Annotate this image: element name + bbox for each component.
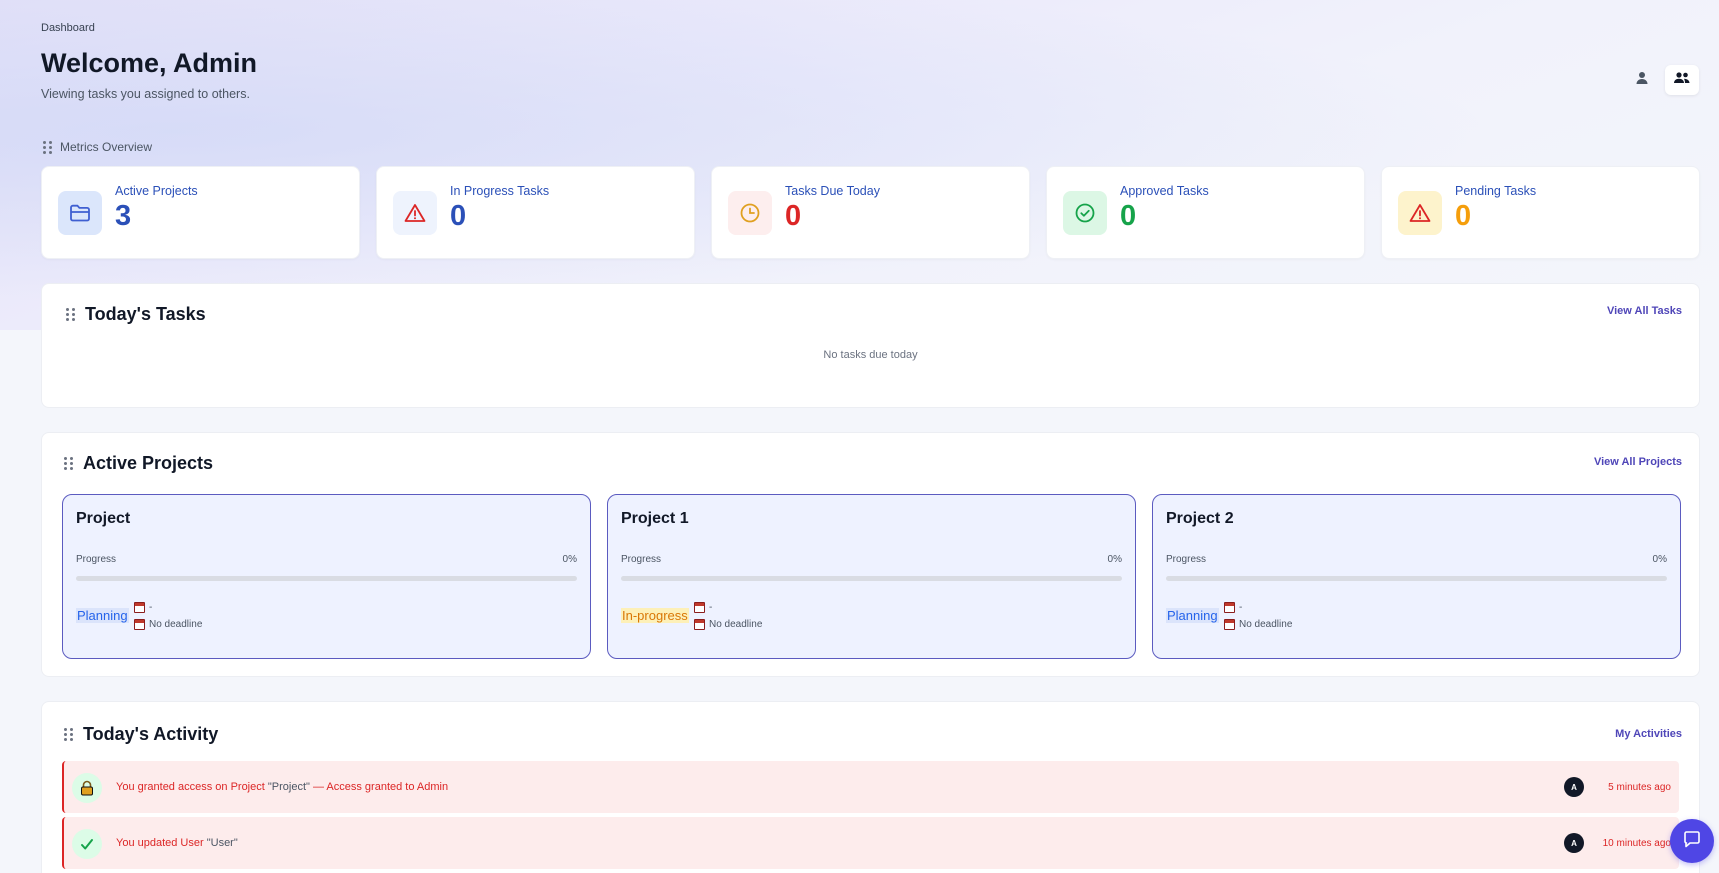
status-badge: In-progress — [621, 608, 689, 623]
start-date: - — [149, 602, 153, 613]
todays-tasks-card: Today's Tasks View All Tasks No tasks du… — [41, 283, 1700, 408]
start-date: - — [709, 602, 713, 613]
todays-activity-header: Today's Activity — [64, 724, 218, 745]
progress-label: Progress — [1166, 554, 1207, 565]
project-dates: - No deadline — [694, 599, 762, 633]
todays-activity-card: Today's Activity My Activities You grant… — [41, 701, 1700, 873]
progress-label: Progress — [621, 554, 662, 565]
people-icon — [1673, 70, 1691, 91]
start-date: - — [1239, 602, 1243, 613]
deadline: No deadline — [149, 619, 203, 630]
metric-card-pending-tasks[interactable]: Pending Tasks 0 — [1381, 166, 1700, 259]
progress-percent: 0% — [1107, 554, 1122, 565]
my-activities-link[interactable]: My Activities — [1615, 728, 1682, 740]
check-icon — [72, 829, 102, 859]
progress-percent: 0% — [562, 554, 577, 565]
metric-label: Approved Tasks — [1120, 184, 1209, 198]
project-name: Project 1 — [621, 510, 689, 527]
progress-percent: 0% — [1652, 554, 1667, 565]
metric-card-approved-tasks[interactable]: Approved Tasks 0 — [1046, 166, 1365, 259]
check-circle-icon — [1063, 191, 1107, 235]
person-icon — [1634, 70, 1650, 91]
metric-value: 0 — [450, 200, 467, 232]
avatar: A — [1564, 777, 1584, 797]
metric-value: 3 — [115, 200, 132, 232]
chat-icon — [1682, 829, 1702, 854]
active-projects-card: Active Projects View All Projects Projec… — [41, 432, 1700, 677]
metric-value: 0 — [1120, 200, 1137, 232]
metric-card-tasks-due-today[interactable]: Tasks Due Today 0 — [711, 166, 1030, 259]
view-toggle — [1625, 65, 1699, 95]
calendar-icon — [134, 619, 145, 630]
metric-card-in-progress-tasks[interactable]: In Progress Tasks 0 — [376, 166, 695, 259]
drag-handle-icon[interactable] — [43, 140, 52, 154]
deadline: No deadline — [1239, 619, 1293, 630]
activity-timestamp: 10 minutes ago — [1602, 838, 1671, 849]
project-dates: - No deadline — [1224, 599, 1292, 633]
empty-state-text: No tasks due today — [823, 349, 918, 361]
project-name: Project 2 — [1166, 510, 1234, 527]
progress-bar — [1166, 576, 1667, 581]
drag-handle-icon[interactable] — [66, 308, 75, 321]
todays-activity-title: Today's Activity — [83, 724, 219, 744]
deadline: No deadline — [709, 619, 763, 630]
metric-value: 0 — [785, 200, 802, 232]
metric-card-active-projects[interactable]: Active Projects 3 — [41, 166, 360, 259]
page-subtitle: Viewing tasks you assigned to others. — [41, 87, 250, 101]
activity-item[interactable]: You granted access on Project "Project" … — [62, 761, 1679, 813]
activity-text: You granted access on Project "Project" … — [116, 781, 449, 793]
assigned-tasks-view-button[interactable] — [1665, 65, 1699, 95]
todays-tasks-title: Today's Tasks — [85, 304, 206, 324]
calendar-icon — [1224, 602, 1235, 613]
metric-label: In Progress Tasks — [450, 184, 550, 198]
drag-handle-icon[interactable] — [64, 457, 73, 470]
breadcrumb[interactable]: Dashboard — [41, 22, 95, 34]
metrics-overview-label: Metrics Overview — [60, 140, 153, 154]
page-title: Welcome, Admin — [41, 48, 258, 78]
calendar-icon — [1224, 619, 1235, 630]
active-projects-title: Active Projects — [83, 453, 214, 473]
metric-label: Active Projects — [115, 184, 198, 198]
todays-tasks-header: Today's Tasks — [66, 304, 206, 325]
project-name: Project — [76, 510, 131, 527]
activity-text: You updated User "User" — [116, 837, 238, 849]
status-badge: Planning — [1166, 608, 1219, 623]
folder-icon — [58, 191, 102, 235]
project-card[interactable]: Project 1 Progress 0% In-progress - No d… — [607, 494, 1136, 659]
activity-timestamp: 5 minutes ago — [1608, 782, 1671, 793]
calendar-icon — [134, 602, 145, 613]
project-card[interactable]: Project 2 Progress 0% Planning - No dead… — [1152, 494, 1681, 659]
metrics-overview-header: Metrics Overview — [43, 140, 152, 154]
project-dates: - No deadline — [134, 599, 202, 633]
warning-icon — [1398, 191, 1442, 235]
drag-handle-icon[interactable] — [64, 728, 73, 741]
view-all-tasks-link[interactable]: View All Tasks — [1607, 305, 1682, 317]
project-list: Project Progress 0% Planning - No deadli… — [62, 494, 1681, 659]
progress-bar — [621, 576, 1122, 581]
warning-icon — [393, 191, 437, 235]
metric-value: 0 — [1455, 200, 1472, 232]
avatar: A — [1564, 833, 1584, 853]
active-projects-header: Active Projects — [64, 453, 213, 474]
metric-label: Tasks Due Today — [785, 184, 880, 198]
clock-icon — [728, 191, 772, 235]
view-all-projects-link[interactable]: View All Projects — [1594, 456, 1682, 468]
activity-item[interactable]: You updated User "User" A 10 minutes ago — [62, 817, 1679, 869]
progress-bar — [76, 576, 577, 581]
metrics-row: Active Projects 3 In Progress Tasks 0 Ta… — [41, 166, 1700, 259]
calendar-icon — [694, 602, 705, 613]
status-badge: Planning — [76, 608, 129, 623]
metric-label: Pending Tasks — [1455, 184, 1537, 198]
progress-label: Progress — [76, 554, 117, 565]
chat-button[interactable] — [1670, 819, 1714, 863]
calendar-icon — [694, 619, 705, 630]
hero-background — [0, 0, 1719, 330]
my-tasks-view-button[interactable] — [1625, 65, 1659, 95]
lock-icon — [72, 773, 102, 803]
project-card[interactable]: Project Progress 0% Planning - No deadli… — [62, 494, 591, 659]
